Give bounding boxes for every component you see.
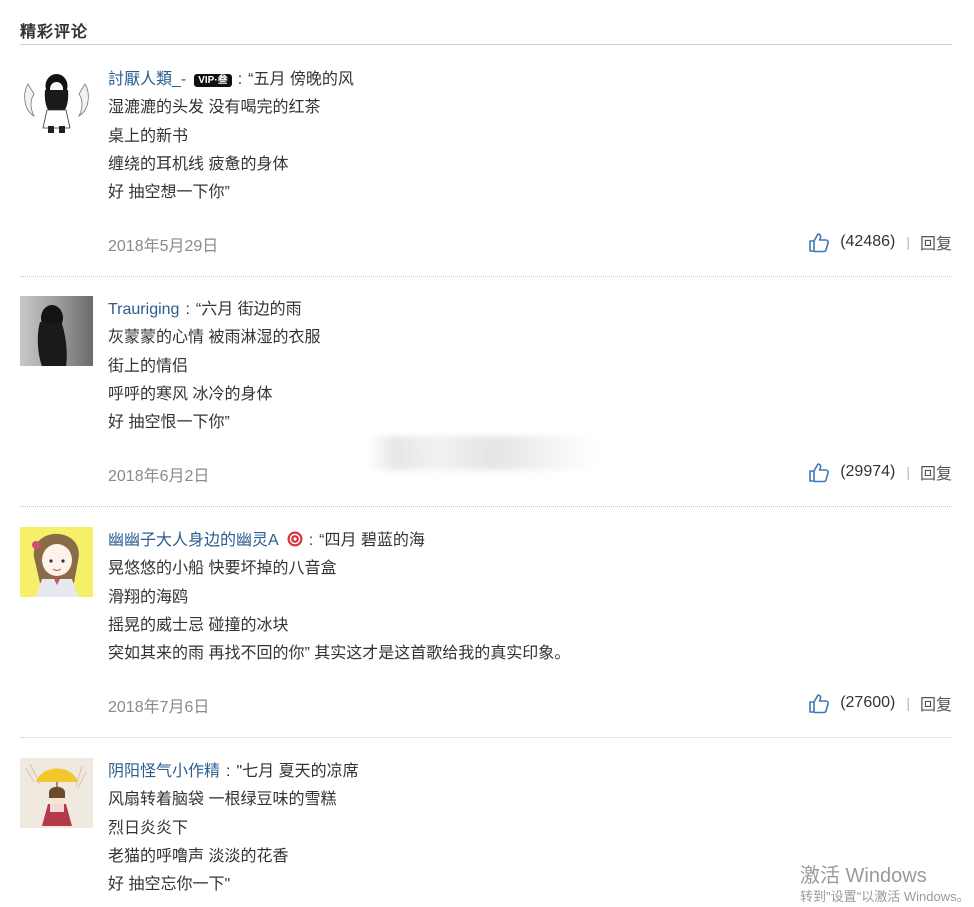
comment-text-line: 风扇转着脑袋 一根绿豆味的雪糕 xyxy=(108,791,337,809)
comment-text-line: “六月 街边的雨 xyxy=(195,301,302,318)
colon-separator: : xyxy=(185,301,190,318)
comment-divider xyxy=(20,276,952,277)
avatar[interactable] xyxy=(20,758,93,828)
action-divider: | xyxy=(906,464,910,480)
comment-text-line: 好 抽空想一下你” xyxy=(108,184,230,202)
comment-body: 討厭人類_- VIP·叁: “五月 傍晚的风 湿漉漉的头发 没有喝完的红茶 桌上的新… xyxy=(108,66,948,207)
comment-text-line: 湿漉漉的头发 没有喝完的红茶 xyxy=(108,99,321,117)
comment-text-line: 好 抽空恨一下你” xyxy=(108,414,230,432)
vip-badge: VIP·叁 xyxy=(194,74,232,87)
comment-date: 2018年5月29日 xyxy=(108,238,219,255)
comment-text-line: 滑翔的海鸥 xyxy=(108,588,189,606)
avatar-umbrella-girl-image xyxy=(20,758,93,828)
comment-username[interactable]: 討厭人類_- xyxy=(108,71,186,88)
thumbs-up-icon[interactable] xyxy=(808,461,830,483)
section-header: 精彩评论 xyxy=(20,0,952,45)
comment-username[interactable]: 阴阳怪气小作精 xyxy=(108,763,220,780)
comment-username[interactable]: Trauriging xyxy=(108,301,179,318)
comment-text-line: 烈日炎炎下 xyxy=(108,819,189,837)
action-divider: | xyxy=(906,695,910,711)
avatar-angel-image xyxy=(20,66,93,136)
comment-text-line: 摇晃的威士忌 碰撞的冰块 xyxy=(108,616,289,634)
colon-separator: : xyxy=(237,71,243,88)
comment-actions: (27600) | 回复 xyxy=(808,691,952,715)
like-count: (27600) xyxy=(840,694,896,711)
comment-text-line: 街上的情侣 xyxy=(108,357,189,375)
like-count: (29974) xyxy=(840,463,896,480)
avatar-silhouette-image xyxy=(20,296,93,366)
avatar[interactable] xyxy=(20,296,93,366)
like-count: (42486) xyxy=(840,233,896,250)
comment-divider xyxy=(20,506,952,507)
reply-button[interactable]: 回复 xyxy=(920,691,952,715)
comment-text-line: “四月 碧蓝的海 xyxy=(319,532,425,549)
section-title: 精彩评论 xyxy=(20,24,89,41)
reply-button[interactable]: 回复 xyxy=(920,460,952,484)
avatar[interactable] xyxy=(20,527,93,597)
watermark-title: 激活 Windows xyxy=(800,865,927,887)
blurred-watermark xyxy=(368,436,596,470)
comment-text-line: 突如其来的雨 再找不回的你” 其实这才是这首歌给我的真实印象。 xyxy=(108,645,571,663)
colon-separator: : xyxy=(226,763,231,780)
watermark-subtitle: 转到"设置"以激活 Windows。 xyxy=(800,889,970,904)
comment-text-line: 缠绕的耳机线 疲惫的身体 xyxy=(108,155,289,173)
thumbs-up-icon[interactable] xyxy=(808,692,830,714)
thumbs-up-icon[interactable] xyxy=(808,231,830,253)
comment-body: 幽幽子大人身边的幽灵A : “四月 碧蓝的海 晃悠悠的小船 快要坏掉的八音盒 滑翔… xyxy=(108,527,948,668)
comment-text-line: 晃悠悠的小船 快要坏掉的八音盒 xyxy=(108,560,337,578)
comment-text-line: “五月 傍晚的风 xyxy=(248,71,354,88)
comment-date: 2018年6月2日 xyxy=(108,468,210,485)
comment-text-line: 呼呼的寒风 冰冷的身体 xyxy=(108,385,273,403)
colon-separator: : xyxy=(308,532,314,549)
avatar[interactable] xyxy=(20,66,93,136)
comment-username[interactable]: 幽幽子大人身边的幽灵A xyxy=(108,532,279,549)
comment-body: Trauriging: “六月 街边的雨 灰蒙蒙的心情 被雨淋湿的衣服 街上的情侣… xyxy=(108,296,948,437)
comment-text-line: "七月 夏天的凉席 xyxy=(236,763,359,780)
comment-footer: 2018年7月6日 (27600) | 回复 xyxy=(108,691,952,716)
comment-text-line: 桌上的新书 xyxy=(108,127,189,145)
avatar-anime-girl-image xyxy=(20,527,93,597)
comment-date: 2018年7月6日 xyxy=(108,699,210,716)
music-medal-icon xyxy=(287,531,303,547)
windows-activation-watermark: 激活 Windows 转到"设置"以激活 Windows。 xyxy=(800,864,974,906)
reply-button[interactable]: 回复 xyxy=(920,230,952,254)
comment-text-line: 灰蒙蒙的心情 被雨淋湿的衣服 xyxy=(108,329,321,347)
action-divider: | xyxy=(906,234,910,250)
comment-actions: (42486) | 回复 xyxy=(808,230,952,254)
comment-footer: 2018年5月29日 (42486) | 回复 xyxy=(108,230,952,255)
comment-divider xyxy=(20,737,952,738)
comment-actions: (29974) | 回复 xyxy=(808,460,952,484)
